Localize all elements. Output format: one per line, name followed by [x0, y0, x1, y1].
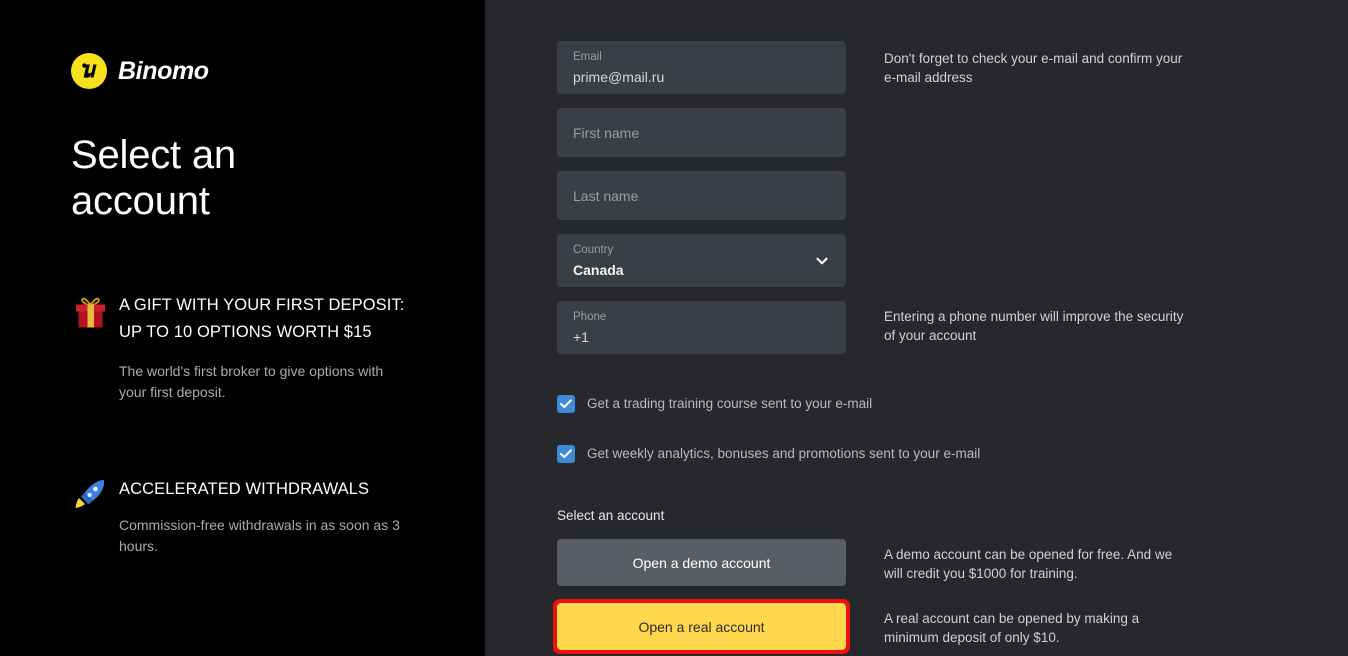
benefit-item-gift: A GIFT WITH YOUR FIRST DEPOSIT: UP TO 10…	[71, 292, 409, 403]
demo-account-helper-text: A demo account can be opened for free. A…	[884, 547, 1173, 581]
checkbox-checked-icon[interactable]	[557, 395, 575, 413]
email-field[interactable]: Email prime@mail.ru	[557, 41, 846, 94]
phone-helper-text: Entering a phone number will improve the…	[884, 309, 1184, 343]
weekly-analytics-checkbox-row[interactable]: Get weekly analytics, bonuses and promot…	[557, 445, 980, 463]
email-helper-text: Don't forget to check your e-mail and co…	[884, 51, 1183, 85]
brand-name: Binomo	[118, 56, 209, 85]
page-title: Select an account	[71, 133, 236, 223]
benefit-title: A GIFT WITH YOUR FIRST DEPOSIT: UP TO 10…	[119, 296, 405, 341]
email-field-value: prime@mail.ru	[573, 69, 665, 85]
gift-icon	[71, 292, 119, 403]
benefit-description: Commission-free withdrawals in as soon a…	[119, 517, 400, 554]
first-name-field[interactable]: First name	[557, 108, 846, 157]
weekly-analytics-checkbox-label: Get weekly analytics, bonuses and promot…	[587, 446, 981, 461]
benefit-title: ACCELERATED WITHDRAWALS	[119, 480, 370, 498]
rocket-icon	[71, 476, 119, 557]
phone-field[interactable]: Phone +1	[557, 301, 846, 354]
country-select-label: Country	[573, 244, 614, 256]
real-account-helper-text: A real account can be opened by making a…	[884, 611, 1140, 645]
signup-form: Email prime@mail.ru First name Last name…	[557, 41, 847, 368]
chevron-down-icon[interactable]	[815, 254, 829, 268]
last-name-field[interactable]: Last name	[557, 171, 846, 220]
left-promo-panel: Binomo Select an account A GIFT WITH YOU…	[0, 0, 485, 656]
training-course-checkbox-row[interactable]: Get a trading training course sent to yo…	[557, 395, 872, 413]
binomo-mark-icon	[71, 53, 107, 89]
open-demo-account-button[interactable]: Open a demo account	[557, 539, 846, 586]
checkbox-checked-icon[interactable]	[557, 445, 575, 463]
training-course-checkbox-label: Get a trading training course sent to yo…	[587, 396, 873, 411]
phone-field-label: Phone	[573, 311, 607, 323]
signup-page: Binomo Select an account A GIFT WITH YOU…	[0, 0, 1348, 656]
benefit-item-withdrawals: ACCELERATED WITHDRAWALS Commission-free …	[71, 476, 409, 557]
open-real-account-button[interactable]: Open a real account	[557, 603, 846, 650]
last-name-placeholder: Last name	[573, 188, 639, 204]
brand-logo[interactable]: Binomo	[71, 53, 209, 89]
country-select-value: Canada	[573, 262, 624, 278]
first-name-placeholder: First name	[573, 125, 640, 141]
select-account-label: Select an account	[557, 508, 665, 523]
phone-field-value: +1	[573, 329, 589, 345]
country-select[interactable]: Country Canada	[557, 234, 846, 287]
benefit-description: The world's first broker to give options…	[119, 363, 384, 400]
email-field-label: Email	[573, 51, 602, 63]
